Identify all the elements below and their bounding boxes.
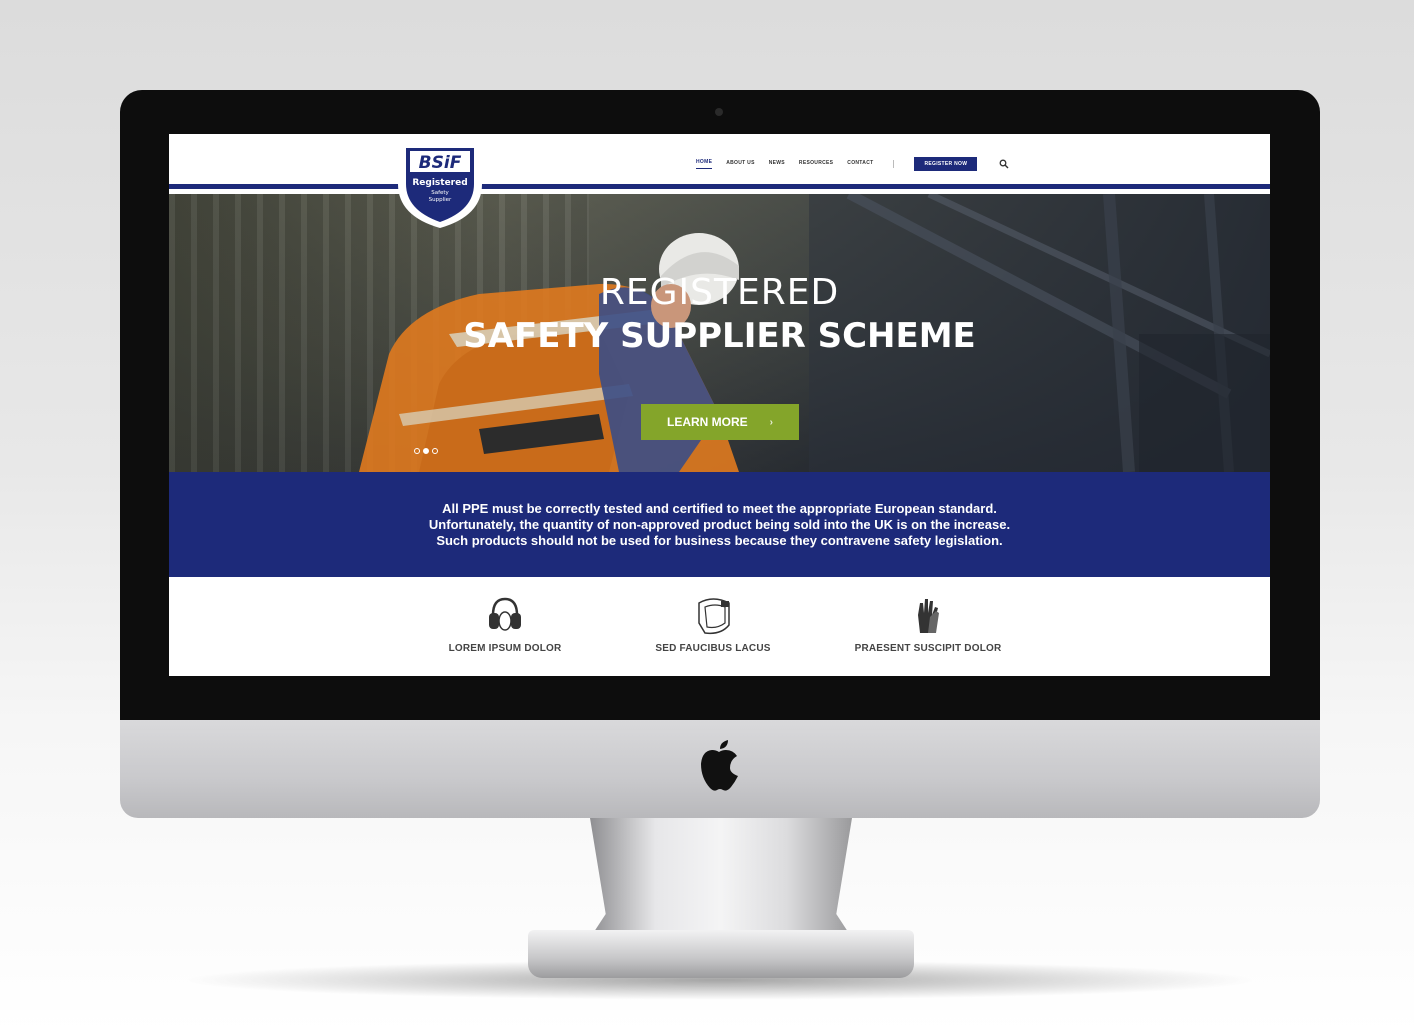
- hero-banner: REGISTERED SAFETY SUPPLIER SCHEME LEARN …: [169, 194, 1270, 472]
- webcam: [715, 108, 723, 116]
- nav-news[interactable]: NEWS: [769, 160, 785, 169]
- main-nav: HOME ABOUT US NEWS RESOURCES CONTACT REG…: [696, 157, 1009, 171]
- learn-more-button[interactable]: LEARN MORE ›: [641, 404, 799, 440]
- nav-home[interactable]: HOME: [696, 159, 713, 169]
- slider-dot-1[interactable]: [414, 448, 420, 454]
- slider-dots: [414, 448, 438, 454]
- logo-brand-text: BSiF: [419, 153, 462, 173]
- site-header: HOME ABOUT US NEWS RESOURCES CONTACT REG…: [169, 134, 1270, 189]
- slider-dot-2[interactable]: [423, 448, 429, 454]
- monitor-stand-base: [528, 930, 914, 978]
- nav-contact[interactable]: CONTACT: [847, 160, 873, 169]
- hero-title-bold: SAFETY SUPPLIER SCHEME: [463, 316, 976, 356]
- register-now-button[interactable]: REGISTER NOW: [914, 157, 978, 171]
- logo-line3: Supplier: [429, 197, 452, 203]
- monitor-chin: [120, 720, 1320, 818]
- features-row: LOREM IPSUM DOLOR SED FAUCIBUS LACUS PRA…: [169, 577, 1270, 676]
- chevron-right-icon: ›: [769, 416, 773, 428]
- hero-title-light: REGISTERED: [599, 272, 840, 313]
- feature-item-2[interactable]: SED FAUCIBUS LACUS: [613, 593, 813, 654]
- info-line-2: Unfortunately, the quantity of non-appro…: [428, 516, 1011, 532]
- logo-line1: Registered: [412, 178, 467, 188]
- info-line-3: Such products should not be used for bus…: [436, 532, 1003, 548]
- feature-item-3[interactable]: PRAESENT SUSCIPIT DOLOR: [828, 593, 1028, 654]
- learn-more-label: LEARN MORE: [666, 415, 748, 429]
- nav-divider: [893, 160, 895, 168]
- apple-logo-icon: [701, 740, 738, 791]
- gloves-icon: [918, 599, 939, 633]
- feature-label-3: PRAESENT SUSCIPIT DOLOR: [854, 643, 1002, 654]
- face-shield-icon: [698, 598, 730, 635]
- slider-dot-3[interactable]: [432, 448, 438, 454]
- feature-label-1: LOREM IPSUM DOLOR: [448, 643, 562, 654]
- nav-resources[interactable]: RESOURCES: [799, 160, 833, 169]
- monitor-stand-neck: [590, 818, 852, 938]
- website-screen: HOME ABOUT US NEWS RESOURCES CONTACT REG…: [169, 134, 1270, 676]
- info-band: All PPE must be correctly tested and cer…: [169, 472, 1270, 577]
- feature-item-1[interactable]: LOREM IPSUM DOLOR: [405, 593, 605, 654]
- logo-line2: Safety: [431, 190, 449, 196]
- nav-about-us[interactable]: ABOUT US: [726, 160, 755, 169]
- feature-label-2: SED FAUCIBUS LACUS: [655, 643, 771, 654]
- info-line-1: All PPE must be correctly tested and cer…: [442, 500, 997, 516]
- ear-defenders-icon: [489, 597, 521, 631]
- search-icon[interactable]: [999, 159, 1009, 169]
- bsif-logo[interactable]: BSiF Registered Safety Supplier: [392, 138, 488, 230]
